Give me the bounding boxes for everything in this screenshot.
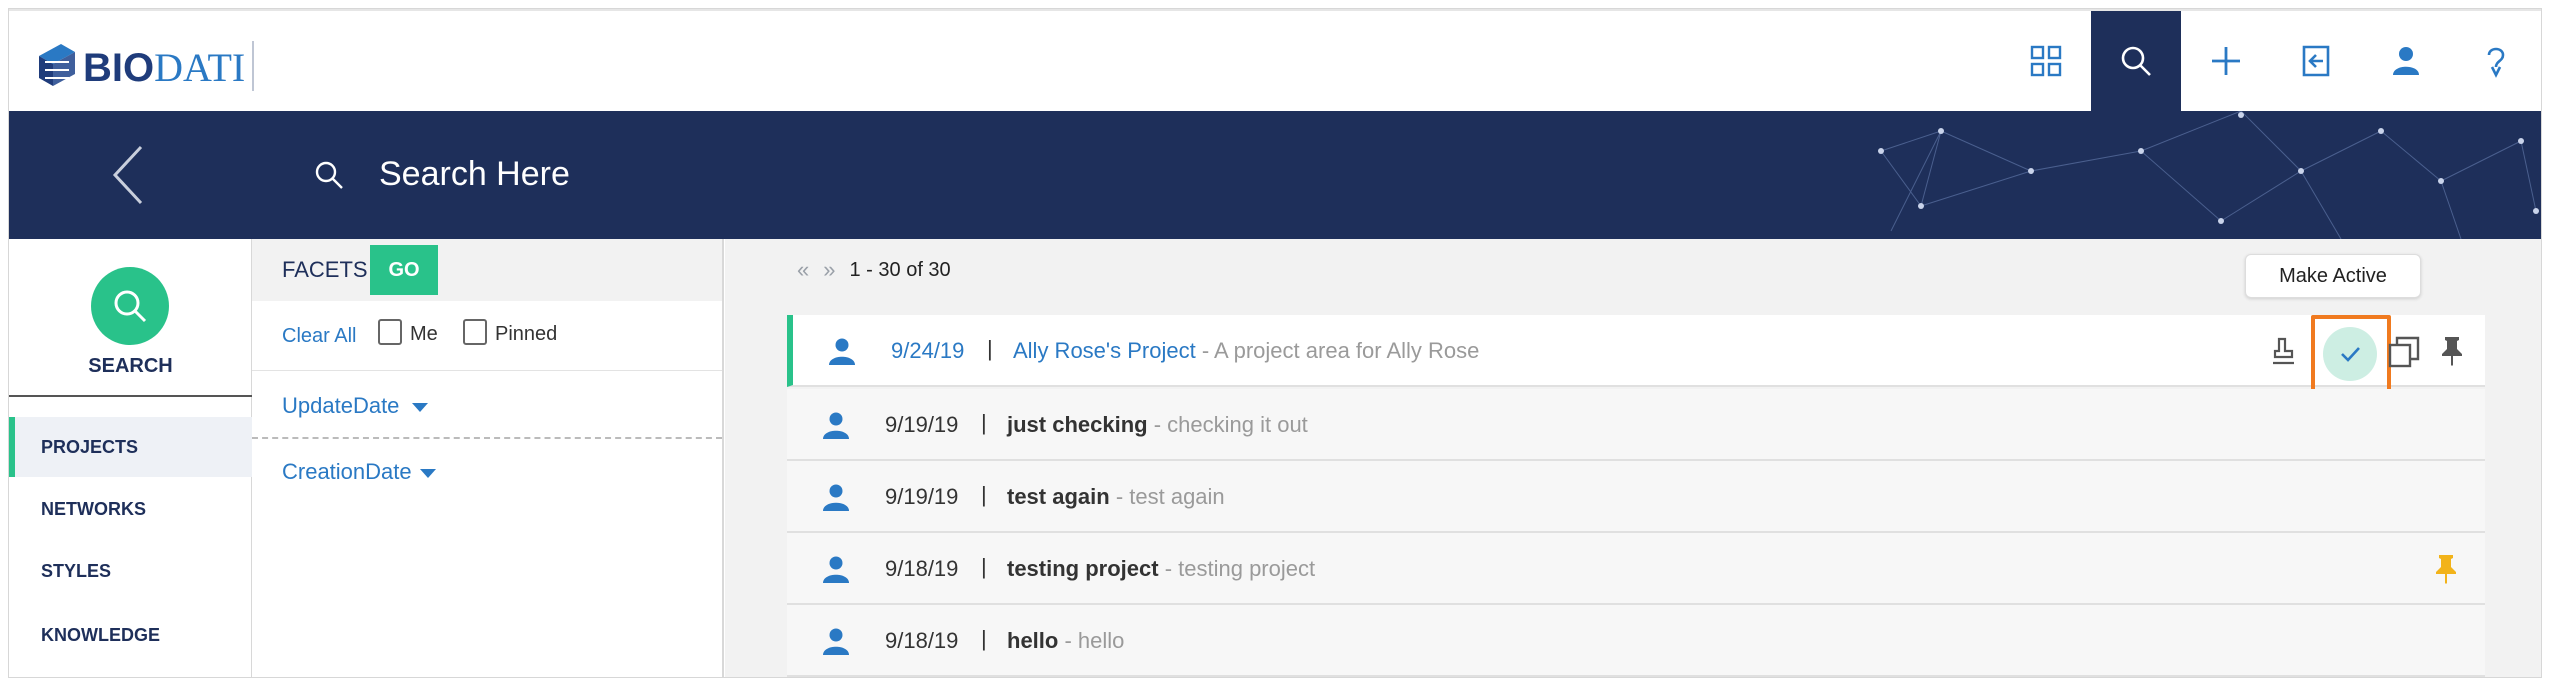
table-row[interactable]: 9/19/19 | test again - test again — [787, 461, 2485, 533]
project-name-link[interactable]: Ally Rose's Project — [1013, 338, 1196, 363]
results-panel: « » 1 - 30 of 30 Make Active 9/24/19 | A… — [725, 239, 2541, 677]
user-icon — [823, 484, 849, 511]
row-description: - checking it out — [1153, 412, 1308, 437]
plus-icon — [2212, 47, 2240, 75]
project-name-link[interactable]: test again — [1007, 484, 1110, 509]
search-icon — [315, 161, 343, 189]
row-date: 9/18/19 — [885, 628, 959, 653]
table-row[interactable]: 9/19/19 | just checking - checking it ou… — [787, 389, 2485, 461]
make-active-tooltip: Make Active — [2245, 254, 2421, 298]
row-title-wrap: testing project - testing project — [1007, 556, 1315, 582]
row-date: 9/19/19 — [885, 412, 959, 437]
row-title-wrap: test again - test again — [1007, 484, 1225, 510]
result-range: 1 - 30 of 30 — [849, 258, 951, 281]
table-row[interactable]: 9/18/19 | testing project - testing proj… — [787, 533, 2485, 605]
facet-creationdate[interactable]: CreationDate — [252, 439, 722, 503]
go-button[interactable]: GO — [370, 245, 438, 295]
help-button[interactable] — [2451, 11, 2541, 111]
search-input[interactable]: Search Here — [379, 155, 570, 194]
project-name-link[interactable]: hello — [1007, 628, 1058, 653]
facets-title: FACETS — [282, 257, 368, 282]
table-row[interactable]: 9/18/19 | hello - hello — [787, 605, 2485, 677]
pinned-checkbox-label: Pinned — [495, 323, 558, 345]
pin-icon[interactable] — [2439, 335, 2465, 367]
row-title-wrap: just checking - checking it out — [1007, 412, 1308, 438]
pin-icon[interactable] — [2433, 553, 2459, 585]
page-prev-button[interactable]: « — [797, 257, 809, 283]
facet-updatedate[interactable]: UpdateDate — [252, 373, 722, 437]
facet-updatedate-label: UpdateDate — [282, 393, 400, 418]
row-date: 9/19/19 — [885, 484, 959, 509]
facets-panel: FACETS GO Clear All Me Pinned UpdateDate… — [252, 239, 724, 677]
row-description: - A project area for Ally Rose — [1201, 338, 1480, 363]
row-separator: | — [981, 410, 987, 435]
row-separator: | — [981, 626, 987, 651]
import-button[interactable] — [2271, 11, 2361, 111]
search-icon — [2121, 46, 2151, 76]
top-bar: BIODATI — [9, 9, 2541, 111]
top-nav-icons — [2001, 11, 2541, 111]
table-row[interactable]: 9/24/19 | Ally Rose's Project - A projec… — [787, 315, 2485, 395]
sidebar-item-networks[interactable]: NETWORKS — [9, 479, 252, 539]
stamp-icon[interactable] — [2267, 335, 2299, 367]
logo-mark-icon — [39, 44, 75, 86]
facet-filters: Clear All Me Pinned — [252, 301, 722, 371]
user-icon — [823, 556, 849, 583]
sidebar-divider — [9, 395, 252, 397]
logo-divider — [252, 41, 254, 91]
project-name-link[interactable]: testing project — [1007, 556, 1159, 581]
logo-bio-text: BIO — [83, 45, 155, 90]
chevron-down-icon — [420, 469, 436, 478]
row-description: - testing project — [1164, 556, 1316, 581]
make-active-button[interactable] — [2323, 327, 2377, 381]
user-icon — [823, 628, 849, 655]
row-date: 9/18/19 — [885, 556, 959, 581]
user-icon — [2393, 47, 2419, 75]
project-name-link[interactable]: just checking — [1007, 412, 1148, 437]
biodati-logo[interactable]: BIODATI — [33, 37, 245, 97]
row-separator: | — [987, 336, 993, 361]
help-icon — [2487, 47, 2505, 78]
row-date: 9/24/19 — [891, 338, 965, 363]
row-separator: | — [981, 554, 987, 579]
check-icon — [2341, 347, 2360, 362]
left-sidebar: SEARCH PROJECTS NETWORKS STYLES KNOWLEDG… — [9, 239, 252, 677]
apps-button[interactable] — [2001, 11, 2091, 111]
facet-creationdate-label: CreationDate — [282, 459, 412, 484]
user-icon — [823, 412, 849, 439]
search-mode-label: SEARCH — [88, 355, 173, 377]
search-mode-button[interactable] — [91, 267, 169, 345]
user-icon — [829, 338, 855, 365]
network-decoration — [1878, 111, 2539, 239]
sidebar-item-knowledge[interactable]: KNOWLEDGE — [9, 605, 252, 665]
logo-dati-text: DATI — [154, 44, 246, 90]
search-icon — [114, 290, 147, 323]
search-nav-button[interactable] — [2091, 11, 2181, 111]
clear-all-link[interactable]: Clear All — [282, 325, 356, 348]
sidebar-item-styles[interactable]: STYLES — [9, 541, 252, 601]
row-title-wrap: hello - hello — [1007, 628, 1124, 654]
me-checkbox[interactable] — [378, 319, 402, 345]
row-title-wrap: Ally Rose's Project - A project area for… — [1013, 338, 1479, 364]
me-checkbox-label: Me — [410, 323, 438, 345]
account-button[interactable] — [2361, 11, 2451, 111]
back-chevron-icon[interactable] — [109, 143, 149, 207]
add-button[interactable] — [2181, 11, 2271, 111]
facets-header: FACETS GO — [252, 239, 722, 301]
row-description: - hello — [1064, 628, 1125, 653]
pagination: « » 1 - 30 of 30 — [797, 257, 951, 283]
row-separator: | — [981, 482, 987, 507]
sidebar-item-projects[interactable]: PROJECTS — [9, 417, 252, 477]
app-window: BIODATI Search Here SEARCH PROJECTS NETW… — [8, 8, 2542, 678]
copy-icon[interactable] — [2387, 335, 2421, 369]
search-banner: Search Here — [9, 111, 2541, 239]
chevron-down-icon — [412, 403, 428, 412]
row-description: - test again — [1115, 484, 1225, 509]
page-next-button[interactable]: » — [823, 257, 835, 283]
pinned-checkbox[interactable] — [463, 319, 487, 345]
apps-grid-icon — [2030, 45, 2062, 77]
sign-in-icon — [2302, 45, 2330, 77]
